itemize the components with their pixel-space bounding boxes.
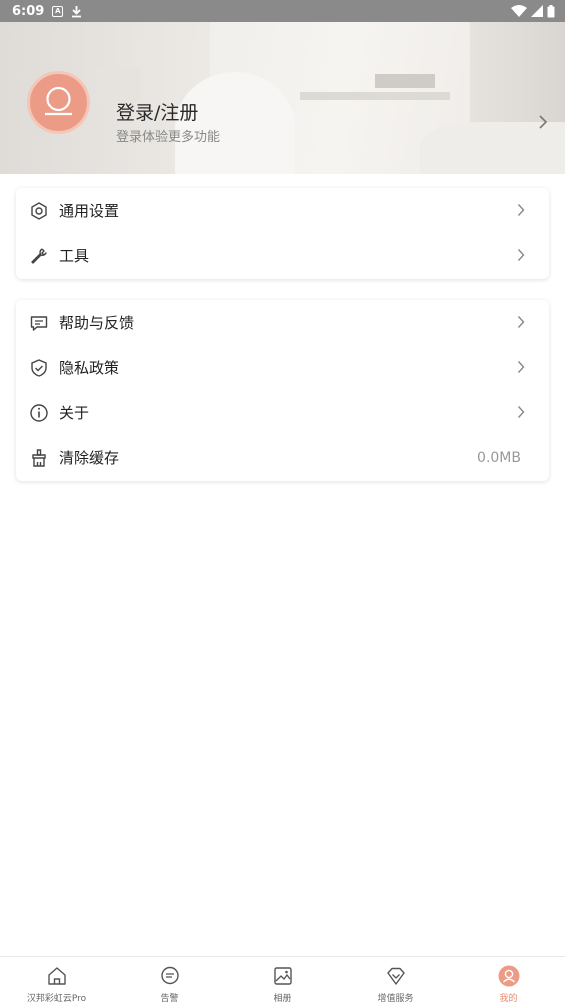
menu-item-label: 通用设置 bbox=[59, 202, 120, 220]
login-register-link[interactable]: 登录/注册 bbox=[116, 98, 198, 125]
menu-item-privacy-policy[interactable]: 隐私政策 bbox=[16, 345, 549, 390]
tab-album[interactable]: 相册 bbox=[226, 957, 339, 1004]
menu-item-label: 隐私政策 bbox=[59, 359, 120, 377]
tab-home[interactable]: 汉邦彩虹云Pro bbox=[0, 957, 113, 1004]
tab-label: 汉邦彩虹云Pro bbox=[26, 994, 87, 1004]
menu-item-label: 关于 bbox=[59, 404, 90, 422]
notification-app-icon: A bbox=[52, 5, 64, 17]
chevron-right-icon[interactable] bbox=[538, 114, 548, 130]
status-time: 6:09 bbox=[12, 3, 45, 19]
settings-card: 通用设置 工具 bbox=[16, 188, 549, 279]
cache-size-value: 0.0MB bbox=[477, 449, 521, 466]
info-icon bbox=[30, 404, 48, 422]
diamond-icon bbox=[386, 967, 405, 985]
wifi-icon bbox=[511, 5, 527, 17]
menu-item-clear-cache[interactable]: 清除缓存 0.0MB bbox=[16, 435, 549, 480]
menu-item-help-feedback[interactable]: 帮助与反馈 bbox=[16, 300, 549, 345]
signal-icon bbox=[531, 5, 543, 17]
bottom-tab-bar: 汉邦彩虹云Pro 告警 相册 增值服务 我的 bbox=[0, 956, 565, 1004]
tab-label: 我的 bbox=[499, 994, 518, 1004]
profile-icon bbox=[498, 965, 519, 987]
home-icon bbox=[47, 967, 66, 985]
menu-item-label: 帮助与反馈 bbox=[59, 314, 135, 332]
menu-item-about[interactable]: 关于 bbox=[16, 390, 549, 435]
menu-item-label: 工具 bbox=[59, 247, 90, 265]
album-icon bbox=[273, 967, 292, 985]
menu-item-tools[interactable]: 工具 bbox=[16, 233, 549, 278]
chevron-right-icon bbox=[517, 204, 525, 216]
shield-icon bbox=[31, 359, 47, 377]
tab-value-added-services[interactable]: 增值服务 bbox=[339, 957, 452, 1004]
chevron-right-icon bbox=[517, 316, 525, 328]
tab-label: 增值服务 bbox=[377, 994, 414, 1004]
battery-icon bbox=[547, 4, 555, 17]
settings-hexagon-icon bbox=[31, 202, 47, 220]
alarm-message-icon bbox=[160, 966, 179, 985]
avatar[interactable] bbox=[27, 71, 90, 134]
help-card: 帮助与反馈 隐私政策 关于 清除缓存 0.0MB bbox=[16, 300, 549, 481]
menu-item-general-settings[interactable]: 通用设置 bbox=[16, 188, 549, 233]
chevron-right-icon bbox=[517, 249, 525, 261]
chevron-right-icon bbox=[517, 406, 525, 418]
tab-label: 相册 bbox=[273, 994, 292, 1004]
user-avatar-icon bbox=[45, 86, 72, 116]
tab-mine[interactable]: 我的 bbox=[452, 957, 565, 1004]
tab-label: 告警 bbox=[160, 994, 179, 1004]
tab-alarm[interactable]: 告警 bbox=[113, 957, 226, 1004]
message-icon bbox=[30, 316, 48, 331]
chevron-right-icon bbox=[517, 361, 525, 373]
wrench-icon bbox=[31, 248, 47, 264]
login-subtitle: 登录体验更多功能 bbox=[116, 130, 221, 145]
menu-item-label: 清除缓存 bbox=[59, 449, 120, 467]
broom-icon bbox=[32, 449, 46, 467]
status-bar: 6:09 A bbox=[0, 0, 565, 22]
download-icon bbox=[72, 5, 82, 17]
